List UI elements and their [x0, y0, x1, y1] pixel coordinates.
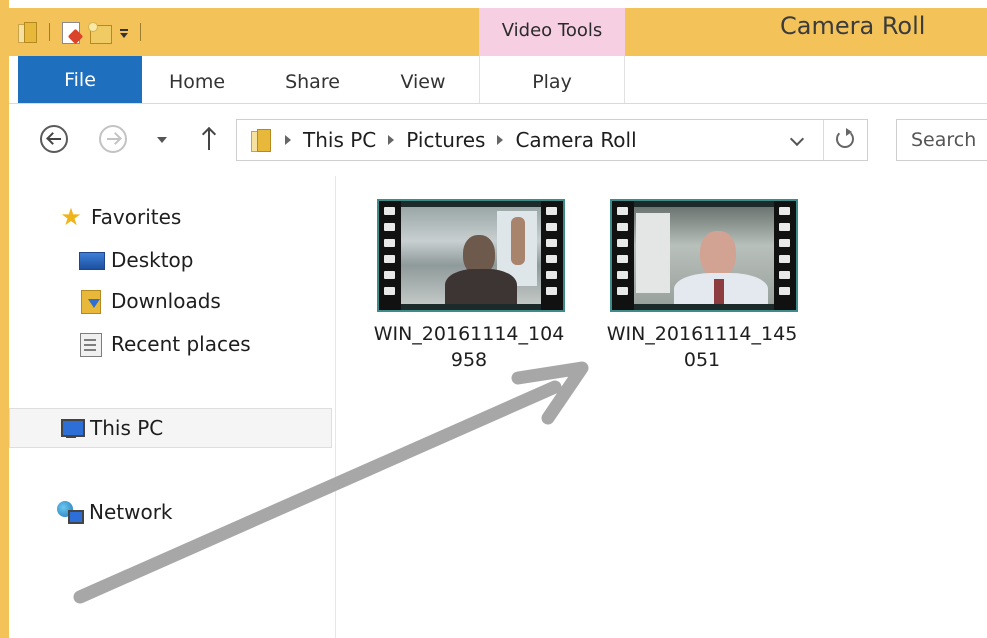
address-bar[interactable]: This PC Pictures Camera Roll — [236, 119, 868, 161]
chevron-down-icon[interactable] — [789, 130, 805, 150]
video-thumbnail — [610, 199, 798, 312]
film-strip-icon — [379, 201, 401, 310]
nav-item-favorites[interactable]: ★ Favorites — [59, 198, 181, 236]
nav-item-desktop[interactable]: Desktop — [79, 241, 193, 279]
video-thumbnail — [377, 199, 565, 312]
ribbon-tabs: File Home Share View Play — [9, 56, 987, 104]
address-row: This PC Pictures Camera Roll — [9, 104, 987, 176]
window-left-border — [0, 0, 9, 638]
nav-item-this-pc[interactable]: This PC — [9, 408, 332, 448]
nav-item-label: Desktop — [111, 248, 194, 272]
file-list: WIN_20161114_104958 WIN_20161114_145051 — [337, 176, 987, 638]
computer-icon — [58, 416, 85, 440]
tab-file[interactable]: File — [18, 56, 142, 103]
nav-item-recent-places[interactable]: Recent places — [79, 325, 251, 363]
breadcrumb-pictures[interactable]: Pictures — [406, 128, 485, 152]
title-bar: Video Tools Camera Roll — [0, 8, 987, 56]
nav-item-network[interactable]: Network — [57, 493, 173, 531]
nav-item-label: Network — [89, 500, 173, 524]
nav-item-label: Recent places — [111, 332, 251, 356]
nav-item-label: Downloads — [111, 289, 221, 313]
recent-locations-dropdown-icon[interactable] — [157, 137, 167, 143]
breadcrumb-this-pc[interactable]: This PC — [303, 128, 376, 152]
desktop-icon — [79, 248, 105, 272]
window-title: Camera Roll — [780, 12, 926, 40]
nav-item-downloads[interactable]: Downloads — [79, 282, 221, 320]
film-strip-icon — [612, 201, 634, 310]
chevron-right-icon[interactable] — [497, 135, 504, 145]
recent-places-icon — [79, 332, 103, 357]
downloads-folder-icon — [79, 289, 103, 314]
back-arrow-icon[interactable] — [40, 125, 68, 153]
folder-icon[interactable] — [14, 21, 40, 43]
file-item[interactable]: WIN_20161114_104958 — [369, 196, 569, 386]
toolbar-separator — [49, 23, 50, 41]
search-box[interactable] — [896, 119, 987, 161]
search-input[interactable] — [897, 120, 987, 160]
file-item[interactable]: WIN_20161114_145051 — [602, 196, 802, 386]
nav-item-label: Favorites — [91, 205, 182, 229]
navigation-pane: ★ Favorites Desktop Downloads Recent pla… — [9, 176, 336, 638]
window-top-edge — [0, 0, 987, 8]
file-name: WIN_20161114_104958 — [373, 323, 565, 371]
new-folder-icon[interactable] — [87, 21, 113, 44]
film-strip-icon — [774, 201, 796, 310]
tab-play[interactable]: Play — [479, 56, 625, 103]
forward-arrow-icon[interactable] — [99, 125, 127, 153]
address-divider — [823, 120, 824, 160]
tab-share[interactable]: Share — [275, 56, 350, 103]
video-frame-image — [401, 207, 541, 304]
network-icon — [57, 500, 84, 524]
properties-icon[interactable] — [59, 20, 83, 44]
customize-dropdown-icon[interactable] — [117, 22, 131, 42]
breadcrumb: This PC Pictures Camera Roll — [285, 120, 637, 160]
nav-item-label: This PC — [90, 416, 164, 440]
folder-icon — [249, 128, 273, 152]
breadcrumb-camera-roll[interactable]: Camera Roll — [515, 128, 636, 152]
chevron-right-icon[interactable] — [388, 135, 395, 145]
tab-view[interactable]: View — [393, 56, 453, 103]
file-name: WIN_20161114_145051 — [606, 323, 798, 371]
tab-home[interactable]: Home — [157, 56, 237, 103]
up-arrow-icon[interactable] — [201, 126, 217, 152]
film-strip-icon — [541, 201, 563, 310]
refresh-icon[interactable] — [836, 128, 854, 148]
video-frame-image — [634, 207, 774, 304]
star-icon: ★ — [60, 203, 82, 231]
toolbar-separator — [140, 23, 141, 41]
quick-access-toolbar — [14, 18, 146, 46]
video-tools-context-tab: Video Tools — [479, 8, 625, 56]
chevron-right-icon[interactable] — [285, 135, 291, 145]
